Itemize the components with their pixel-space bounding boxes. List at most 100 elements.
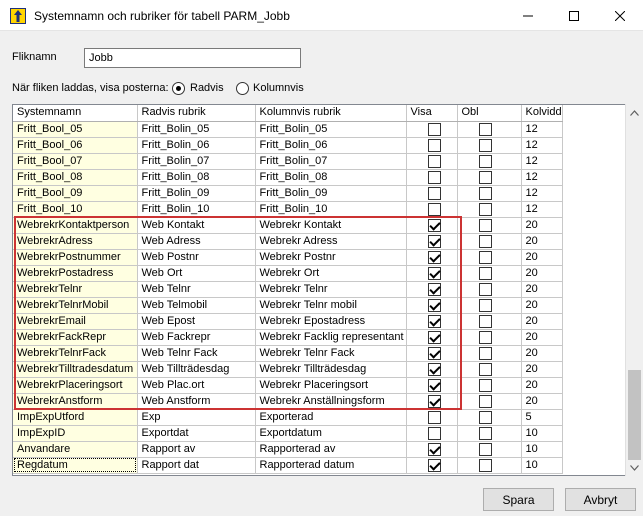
kolvidd-cell[interactable]: 10 xyxy=(521,441,563,458)
field-grid[interactable]: Systemnamn Radvis rubrik Kolumnvis rubri… xyxy=(12,104,641,476)
radvis-rubrik-cell[interactable]: Fritt_Bolin_06 xyxy=(137,137,256,154)
radvis-rubrik-cell[interactable]: Rapport dat xyxy=(137,457,256,474)
obl-checkbox[interactable] xyxy=(478,234,492,248)
col-header-obl[interactable]: Obl xyxy=(457,105,522,122)
obl-checkbox[interactable] xyxy=(478,394,492,408)
close-button[interactable] xyxy=(597,0,643,31)
visa-checkbox[interactable] xyxy=(427,186,441,200)
radvis-rubrik-cell[interactable]: Web Ort xyxy=(137,265,256,282)
minimize-button[interactable] xyxy=(505,0,551,31)
table-row[interactable]: WebrekrPostadress Web Ort Webrekr Ort 20 xyxy=(13,265,563,282)
systemnamn-cell[interactable]: WebrekrPostnummer xyxy=(13,249,138,266)
kolumnvis-rubrik-cell[interactable]: Fritt_Bolin_06 xyxy=(255,137,407,154)
table-row[interactable]: Anvandare Rapport av Rapporterad av 10 xyxy=(13,441,563,458)
radvis-rubrik-cell[interactable]: Web Telmobil xyxy=(137,297,256,314)
visa-checkbox[interactable] xyxy=(427,234,441,248)
visa-checkbox[interactable] xyxy=(427,410,441,424)
kolumnvis-rubrik-cell[interactable]: Webrekr Telnr xyxy=(255,281,407,298)
fliknamn-input[interactable] xyxy=(84,48,301,68)
table-row[interactable]: WebrekrEmail Web Epost Webrekr Epostadress… xyxy=(13,313,563,330)
kolumnvis-rubrik-cell[interactable]: Exporterad xyxy=(255,409,407,426)
visa-checkbox[interactable] xyxy=(427,202,441,216)
radvis-rubrik-cell[interactable]: Fritt_Bolin_07 xyxy=(137,153,256,170)
obl-checkbox[interactable] xyxy=(478,362,492,376)
cancel-button[interactable]: Avbryt xyxy=(565,488,636,511)
kolumnvis-label[interactable]: Kolumnvis xyxy=(253,82,304,94)
visa-checkbox[interactable] xyxy=(427,154,441,168)
obl-checkbox[interactable] xyxy=(478,330,492,344)
kolumnvis-rubrik-cell[interactable]: Fritt_Bolin_07 xyxy=(255,153,407,170)
radvis-rubrik-cell[interactable]: Exportdat xyxy=(137,425,256,442)
table-row[interactable]: WebrekrPostnummer Web Postnr Webrekr Postn… xyxy=(13,249,563,266)
kolvidd-cell[interactable]: 20 xyxy=(521,217,563,234)
systemnamn-cell[interactable]: Fritt_Bool_06 xyxy=(13,137,138,154)
visa-checkbox[interactable] xyxy=(427,298,441,312)
systemnamn-cell[interactable]: WebrekrPostadress xyxy=(13,265,138,282)
kolvidd-cell[interactable]: 20 xyxy=(521,297,563,314)
radvis-rubrik-cell[interactable]: Fritt_Bolin_08 xyxy=(137,169,256,186)
table-row[interactable]: WebrekrAnstform Web Anstform Webrekr Anstä… xyxy=(13,393,563,410)
kolumnvis-rubrik-cell[interactable]: Webrekr Placeringsort xyxy=(255,377,407,394)
radvis-rubrik-cell[interactable]: Web Anstform xyxy=(137,393,256,410)
obl-checkbox[interactable] xyxy=(478,426,492,440)
visa-checkbox[interactable] xyxy=(427,218,441,232)
systemnamn-cell[interactable]: Anvandare xyxy=(13,441,138,458)
systemnamn-cell[interactable]: WebrekrAnstform xyxy=(13,393,138,410)
visa-checkbox[interactable] xyxy=(427,138,441,152)
kolvidd-cell[interactable]: 20 xyxy=(521,281,563,298)
col-header-radvis-rubrik[interactable]: Radvis rubrik xyxy=(137,105,256,122)
systemnamn-cell[interactable]: Fritt_Bool_05 xyxy=(13,121,138,138)
visa-checkbox[interactable] xyxy=(427,426,441,440)
kolvidd-cell[interactable]: 20 xyxy=(521,313,563,330)
obl-checkbox[interactable] xyxy=(478,122,492,136)
kolvidd-cell[interactable]: 20 xyxy=(521,361,563,378)
kolvidd-cell[interactable]: 20 xyxy=(521,265,563,282)
scroll-down-button[interactable] xyxy=(626,459,643,476)
obl-checkbox[interactable] xyxy=(478,154,492,168)
kolvidd-cell[interactable]: 12 xyxy=(521,201,563,218)
kolvidd-cell[interactable]: 20 xyxy=(521,249,563,266)
visa-checkbox[interactable] xyxy=(427,250,441,264)
obl-checkbox[interactable] xyxy=(478,202,492,216)
systemnamn-cell[interactable]: WebrekrEmail xyxy=(13,313,138,330)
obl-checkbox[interactable] xyxy=(478,186,492,200)
kolumnvis-rubrik-cell[interactable]: Webrekr Tillträdesdag xyxy=(255,361,407,378)
kolumnvis-rubrik-cell[interactable]: Exportdatum xyxy=(255,425,407,442)
table-row[interactable]: ImpExpID Exportdat Exportdatum 10 xyxy=(13,425,563,442)
radvis-rubrik-cell[interactable]: Fritt_Bolin_05 xyxy=(137,121,256,138)
col-header-kolvidd[interactable]: Kolvidd xyxy=(521,105,563,122)
radvis-rubrik-cell[interactable]: Web Epost xyxy=(137,313,256,330)
systemnamn-cell[interactable]: WebrekrTelnrFack xyxy=(13,345,138,362)
kolvidd-cell[interactable]: 12 xyxy=(521,169,563,186)
table-row[interactable]: Fritt_Bool_10 Fritt_Bolin_10 Fritt_Bolin_1… xyxy=(13,201,563,218)
systemnamn-cell[interactable]: Fritt_Bool_09 xyxy=(13,185,138,202)
systemnamn-cell[interactable]: WebrekrTelnr xyxy=(13,281,138,298)
table-row[interactable]: WebrekrAdress Web Adress Webrekr Adress 20 xyxy=(13,233,563,250)
table-row[interactable]: WebrekrKontaktperson Web Kontakt Webrekr K… xyxy=(13,217,563,234)
obl-checkbox[interactable] xyxy=(478,442,492,456)
systemnamn-cell[interactable]: Regdatum xyxy=(13,457,138,474)
kolvidd-cell[interactable]: 12 xyxy=(521,185,563,202)
systemnamn-cell[interactable]: WebrekrPlaceringsort xyxy=(13,377,138,394)
systemnamn-cell[interactable]: Fritt_Bool_10 xyxy=(13,201,138,218)
kolvidd-cell[interactable]: 20 xyxy=(521,345,563,362)
kolvidd-cell[interactable]: 12 xyxy=(521,137,563,154)
visa-checkbox[interactable] xyxy=(427,378,441,392)
radvis-rubrik-cell[interactable]: Web Postnr xyxy=(137,249,256,266)
radvis-rubrik-cell[interactable]: Web Fackrepr xyxy=(137,329,256,346)
radvis-rubrik-cell[interactable]: Web Telnr xyxy=(137,281,256,298)
radvis-rubrik-cell[interactable]: Web Tillträdesdag xyxy=(137,361,256,378)
save-button[interactable]: Spara xyxy=(483,488,554,511)
kolumnvis-rubrik-cell[interactable]: Fritt_Bolin_08 xyxy=(255,169,407,186)
systemnamn-cell[interactable]: WebrekrTelnrMobil xyxy=(13,297,138,314)
table-row[interactable]: Fritt_Bool_05 Fritt_Bolin_05 Fritt_Bolin_0… xyxy=(13,121,563,138)
obl-checkbox[interactable] xyxy=(478,314,492,328)
kolumnvis-rubrik-cell[interactable]: Fritt_Bolin_05 xyxy=(255,121,407,138)
kolumnvis-rubrik-cell[interactable]: Webrekr Epostadress xyxy=(255,313,407,330)
systemnamn-cell[interactable]: Fritt_Bool_08 xyxy=(13,169,138,186)
kolumnvis-rubrik-cell[interactable]: Webrekr Facklig representant xyxy=(255,329,407,346)
scroll-thumb[interactable] xyxy=(628,370,641,460)
table-row[interactable]: WebrekrTilltradesdatum Web Tillträdesdag W… xyxy=(13,361,563,378)
systemnamn-cell[interactable]: ImpExpUtford xyxy=(13,409,138,426)
col-header-systemnamn[interactable]: Systemnamn xyxy=(13,105,138,122)
